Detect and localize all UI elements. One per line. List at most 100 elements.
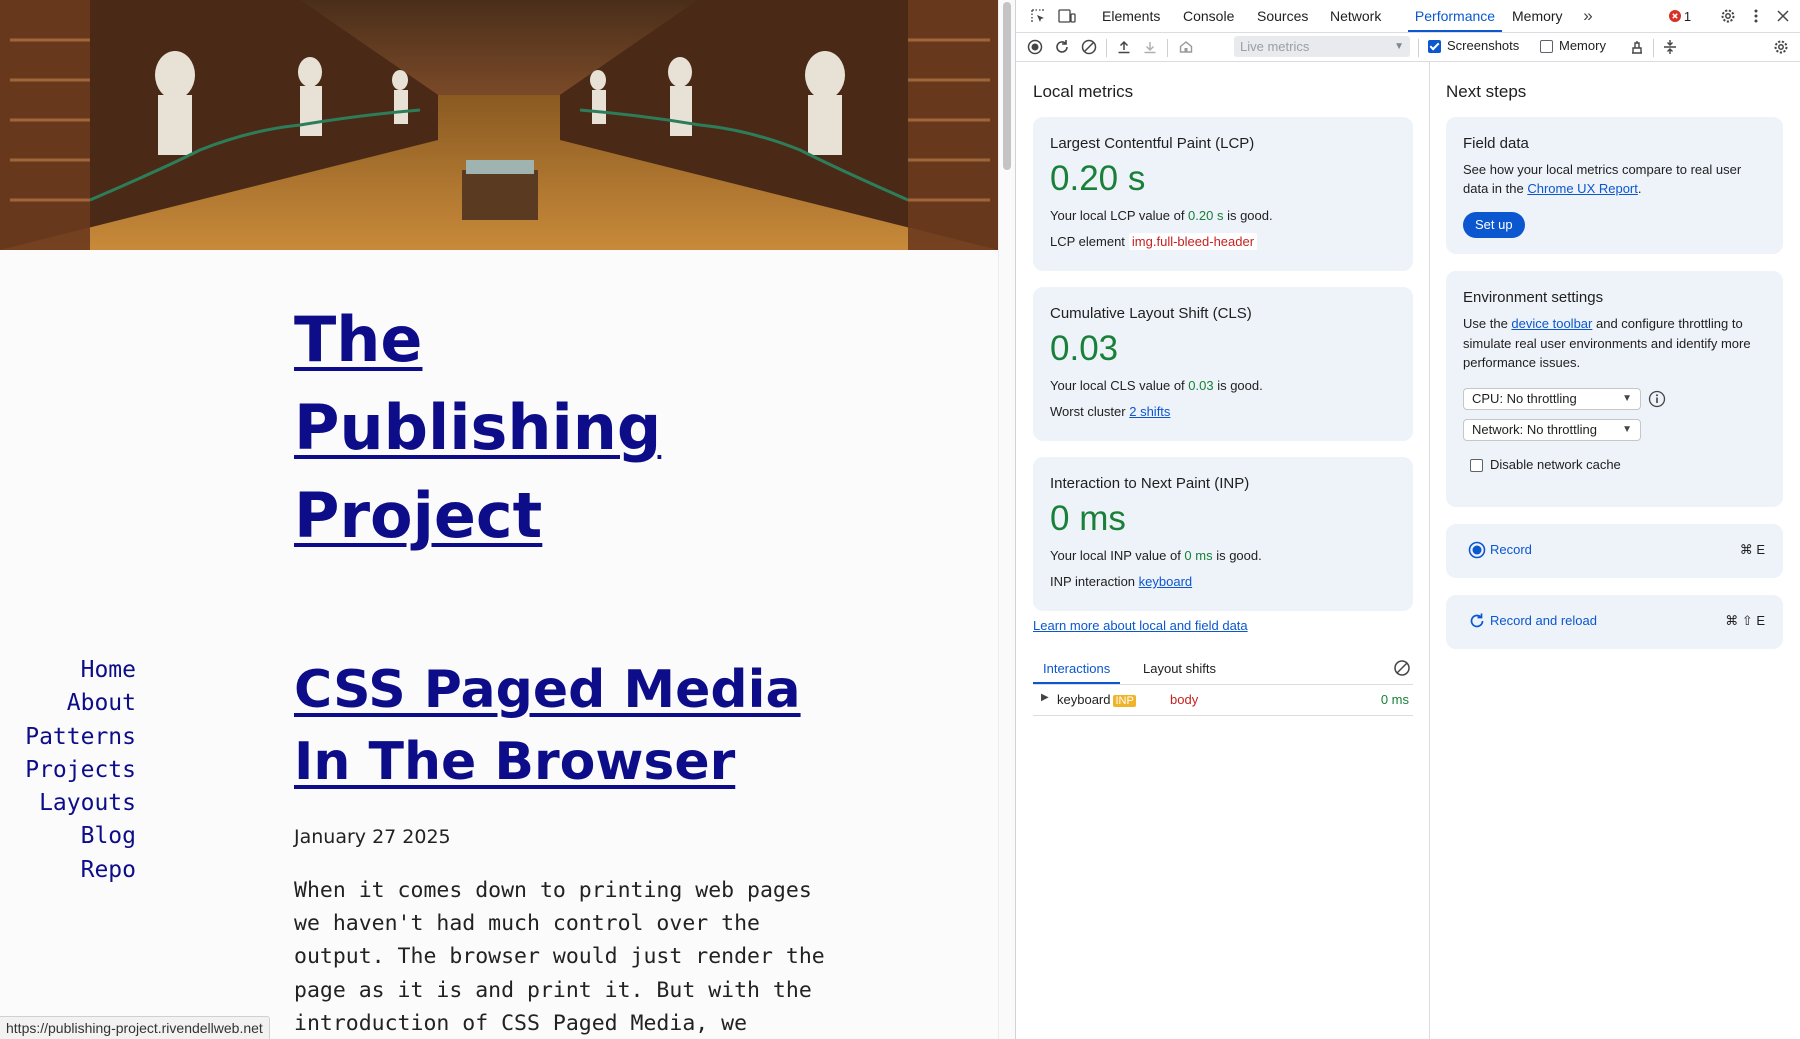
toolbar-separator bbox=[1167, 39, 1168, 57]
record-radio-icon bbox=[1468, 541, 1486, 559]
scrollbar-thumb[interactable] bbox=[1003, 2, 1011, 170]
interactions-tabbar: Interactions Layout shifts bbox=[1033, 656, 1413, 685]
inp-card: Interaction to Next Paint (INP) 0 ms You… bbox=[1033, 457, 1413, 611]
nav-blog[interactable]: Blog bbox=[20, 820, 136, 853]
collect-garbage-icon[interactable] bbox=[1628, 38, 1646, 56]
learn-more-link[interactable]: Learn more about local and field data bbox=[1033, 618, 1248, 633]
post-excerpt: When it comes down to printing web pages… bbox=[294, 878, 825, 1036]
upload-icon[interactable] bbox=[1115, 38, 1133, 56]
lcp-text-prefix: Your local LCP value of bbox=[1050, 208, 1189, 223]
next-steps-heading: Next steps bbox=[1446, 82, 1527, 101]
set-up-button[interactable]: Set up bbox=[1463, 212, 1525, 238]
lcp-element-value[interactable]: img.full-bleed-header bbox=[1128, 233, 1258, 250]
cls-description: Your local CLS value of 0.03 is good. bbox=[1050, 378, 1396, 394]
inp-interaction-link[interactable]: keyboard bbox=[1139, 574, 1192, 589]
nav-home[interactable]: Home bbox=[20, 654, 136, 687]
cls-shifts-link[interactable]: 2 shifts bbox=[1129, 404, 1170, 419]
screenshots-checkbox[interactable] bbox=[1428, 40, 1441, 53]
inspect-element-icon[interactable] bbox=[1028, 6, 1048, 26]
live-metrics-value: Live metrics bbox=[1240, 39, 1310, 54]
tab-interactions[interactable]: Interactions bbox=[1033, 656, 1121, 684]
tab-console[interactable]: Console bbox=[1183, 0, 1234, 32]
network-throttling-value: Network: No throttling bbox=[1472, 422, 1597, 437]
chrome-ux-report-link[interactable]: Chrome UX Report bbox=[1527, 181, 1638, 196]
reload-icon bbox=[1468, 612, 1486, 630]
download-icon[interactable] bbox=[1141, 38, 1159, 56]
inp-title: Interaction to Next Paint (INP) bbox=[1050, 475, 1250, 492]
reload-record-icon[interactable] bbox=[1053, 38, 1071, 56]
tab-layout-shifts[interactable]: Layout shifts bbox=[1143, 656, 1216, 682]
environment-settings-title: Environment settings bbox=[1463, 289, 1604, 306]
interaction-row[interactable]: ▶ keyboard INP body 0 ms bbox=[1033, 685, 1413, 716]
home-icon[interactable] bbox=[1177, 38, 1195, 56]
lcp-description: Your local LCP value of 0.20 s is good. bbox=[1050, 208, 1396, 224]
performance-toolbar: Live metrics ▼ Screenshots Memory bbox=[1016, 33, 1800, 62]
performance-settings-gear-icon[interactable] bbox=[1772, 38, 1790, 56]
nav-repo[interactable]: Repo bbox=[20, 854, 136, 887]
inp-interaction-label: INP interaction bbox=[1050, 574, 1136, 589]
nav-layouts[interactable]: Layouts bbox=[20, 787, 136, 820]
nav-patterns[interactable]: Patterns bbox=[20, 721, 136, 754]
site-nav: Home About Patterns Projects Layouts Blo… bbox=[20, 654, 136, 887]
env-text-prefix: Use the bbox=[1463, 316, 1512, 331]
settings-gear-icon[interactable] bbox=[1718, 6, 1738, 26]
clear-log-icon[interactable] bbox=[1393, 659, 1411, 677]
site-title[interactable]: The Publishing Project bbox=[294, 296, 754, 560]
record-icon[interactable] bbox=[1026, 38, 1044, 56]
cls-worst-label: Worst cluster bbox=[1050, 404, 1126, 419]
tab-network[interactable]: Network bbox=[1330, 0, 1381, 32]
record-reload-card[interactable]: Record and reload ⌘ ⇧ E bbox=[1446, 595, 1783, 649]
record-reload-label[interactable]: Record and reload bbox=[1490, 613, 1597, 628]
lcp-text-value: 0.20 s bbox=[1188, 208, 1224, 223]
devtools-panel: Elements Console Sources Network Perform… bbox=[1015, 0, 1800, 1039]
page-scrollbar[interactable] bbox=[998, 0, 1015, 1039]
device-toolbar-link[interactable]: device toolbar bbox=[1511, 316, 1592, 331]
next-steps-panel: Next steps Field data See how your local… bbox=[1430, 62, 1800, 1039]
device-toolbar-icon[interactable] bbox=[1057, 6, 1077, 26]
cls-worst-row: Worst cluster 2 shifts bbox=[1050, 404, 1396, 419]
record-reload-shortcut: ⌘ ⇧ E bbox=[1725, 613, 1765, 628]
close-devtools-icon[interactable] bbox=[1773, 6, 1793, 26]
interaction-type: keyboard INP bbox=[1057, 692, 1136, 707]
disable-cache-checkbox[interactable] bbox=[1470, 459, 1483, 472]
clear-icon[interactable] bbox=[1080, 38, 1098, 56]
disable-cache-label: Disable network cache bbox=[1490, 457, 1621, 472]
interaction-time: 0 ms bbox=[1380, 692, 1409, 707]
network-throttling-select[interactable]: Network: No throttling ▼ bbox=[1463, 419, 1641, 441]
info-icon[interactable] bbox=[1648, 390, 1666, 408]
capture-settings-icon[interactable] bbox=[1661, 38, 1679, 56]
tab-performance[interactable]: Performance bbox=[1408, 0, 1502, 32]
post-title[interactable]: CSS Paged Media In The Browser bbox=[294, 654, 854, 798]
error-count-badge[interactable]: 1 bbox=[1662, 6, 1698, 26]
cls-title: Cumulative Layout Shift (CLS) bbox=[1050, 305, 1252, 322]
nav-about[interactable]: About bbox=[20, 687, 136, 720]
interaction-target[interactable]: body bbox=[1170, 692, 1198, 707]
more-options-icon[interactable] bbox=[1746, 6, 1766, 26]
inp-text-suffix: is good. bbox=[1212, 548, 1262, 563]
more-tabs-icon[interactable]: » bbox=[1578, 6, 1598, 26]
tab-memory[interactable]: Memory bbox=[1512, 0, 1563, 32]
record-card[interactable]: Record ⌘ E bbox=[1446, 524, 1783, 578]
expand-triangle-icon[interactable]: ▶ bbox=[1041, 692, 1049, 703]
inp-description: Your local INP value of 0 ms is good. bbox=[1050, 548, 1396, 564]
environment-settings-card: Environment settings Use the device tool… bbox=[1446, 271, 1783, 507]
tab-sources[interactable]: Sources bbox=[1257, 0, 1308, 32]
inp-badge: INP bbox=[1113, 695, 1136, 707]
cls-value: 0.03 bbox=[1050, 329, 1119, 368]
record-shortcut: ⌘ E bbox=[1739, 542, 1765, 557]
toolbar-separator bbox=[1653, 39, 1654, 57]
live-metrics-select[interactable]: Live metrics ▼ bbox=[1234, 36, 1410, 57]
nav-projects[interactable]: Projects bbox=[20, 754, 136, 787]
inp-value: 0 ms bbox=[1050, 499, 1126, 538]
error-icon bbox=[1668, 10, 1681, 22]
inp-text-prefix: Your local INP value of bbox=[1050, 548, 1185, 563]
cls-card: Cumulative Layout Shift (CLS) 0.03 Your … bbox=[1033, 287, 1413, 441]
memory-checkbox[interactable] bbox=[1540, 40, 1553, 53]
record-label[interactable]: Record bbox=[1490, 542, 1532, 557]
chevron-down-icon: ▼ bbox=[1394, 41, 1404, 52]
cpu-throttling-select[interactable]: CPU: No throttling ▼ bbox=[1463, 388, 1641, 410]
field-data-description: See how your local metrics compare to re… bbox=[1463, 160, 1766, 198]
site-title-link[interactable]: The Publishing Project bbox=[294, 303, 661, 552]
tab-elements[interactable]: Elements bbox=[1102, 0, 1160, 32]
post-title-link[interactable]: CSS Paged Media In The Browser bbox=[294, 660, 801, 792]
